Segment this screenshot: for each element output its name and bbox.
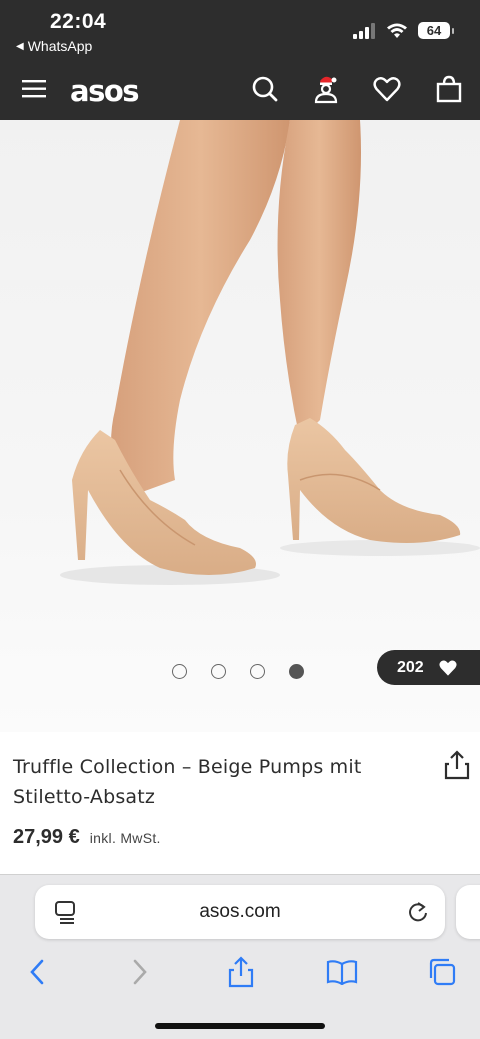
gallery-pagination [172, 664, 304, 679]
gallery-dot[interactable] [211, 664, 226, 679]
menu-icon[interactable] [20, 74, 50, 104]
address-bar[interactable]: asos.com [35, 885, 445, 939]
wifi-icon [387, 23, 407, 38]
browser-toolbar: asos.com [0, 874, 480, 1039]
product-title: Truffle Collection – Beige Pumps mit Sti… [13, 756, 362, 808]
bag-icon[interactable] [434, 74, 464, 104]
status-time: 22:04 [50, 10, 107, 33]
gallery-dot[interactable] [250, 664, 265, 679]
account-icon[interactable] [311, 74, 341, 104]
next-tab-preview[interactable] [456, 885, 480, 939]
back-icon[interactable] [22, 955, 52, 989]
product-image-gallery[interactable]: 202 [0, 120, 480, 732]
asos-logo[interactable]: asos [70, 74, 140, 108]
tax-note: inkl. MwSt. [89, 830, 161, 846]
heart-filled-icon [439, 660, 457, 676]
forward-icon[interactable] [125, 955, 155, 989]
battery-indicator: 64 [418, 22, 454, 39]
heart-icon[interactable] [372, 74, 402, 104]
back-to-app-link[interactable]: ◀ WhatsApp [16, 38, 92, 54]
tabs-icon[interactable] [427, 955, 457, 989]
site-header: asos [0, 62, 480, 120]
product-price: 27,99 € [13, 826, 80, 848]
share-icon[interactable] [226, 955, 256, 989]
product-photo [60, 120, 480, 585]
share-icon[interactable] [444, 750, 470, 780]
reload-icon[interactable] [407, 900, 429, 924]
search-icon[interactable] [250, 74, 280, 104]
home-indicator[interactable] [155, 1023, 325, 1029]
gallery-dot-active[interactable] [289, 664, 304, 679]
gallery-dot[interactable] [172, 664, 187, 679]
back-app-label: WhatsApp [27, 38, 93, 54]
bookmarks-icon[interactable] [325, 955, 359, 989]
save-to-wishlist-button[interactable]: 202 [377, 650, 480, 685]
back-triangle-icon: ◀ [16, 40, 24, 52]
likes-count: 202 [397, 658, 424, 676]
top-bar: 22:04 ◀ WhatsApp 64 asos [0, 0, 480, 120]
price-row: 27,99 € inkl. MwSt. [13, 826, 161, 849]
signal-icon [353, 22, 375, 39]
status-indicators: 64 [352, 22, 454, 39]
url-text: asos.com [199, 901, 281, 922]
